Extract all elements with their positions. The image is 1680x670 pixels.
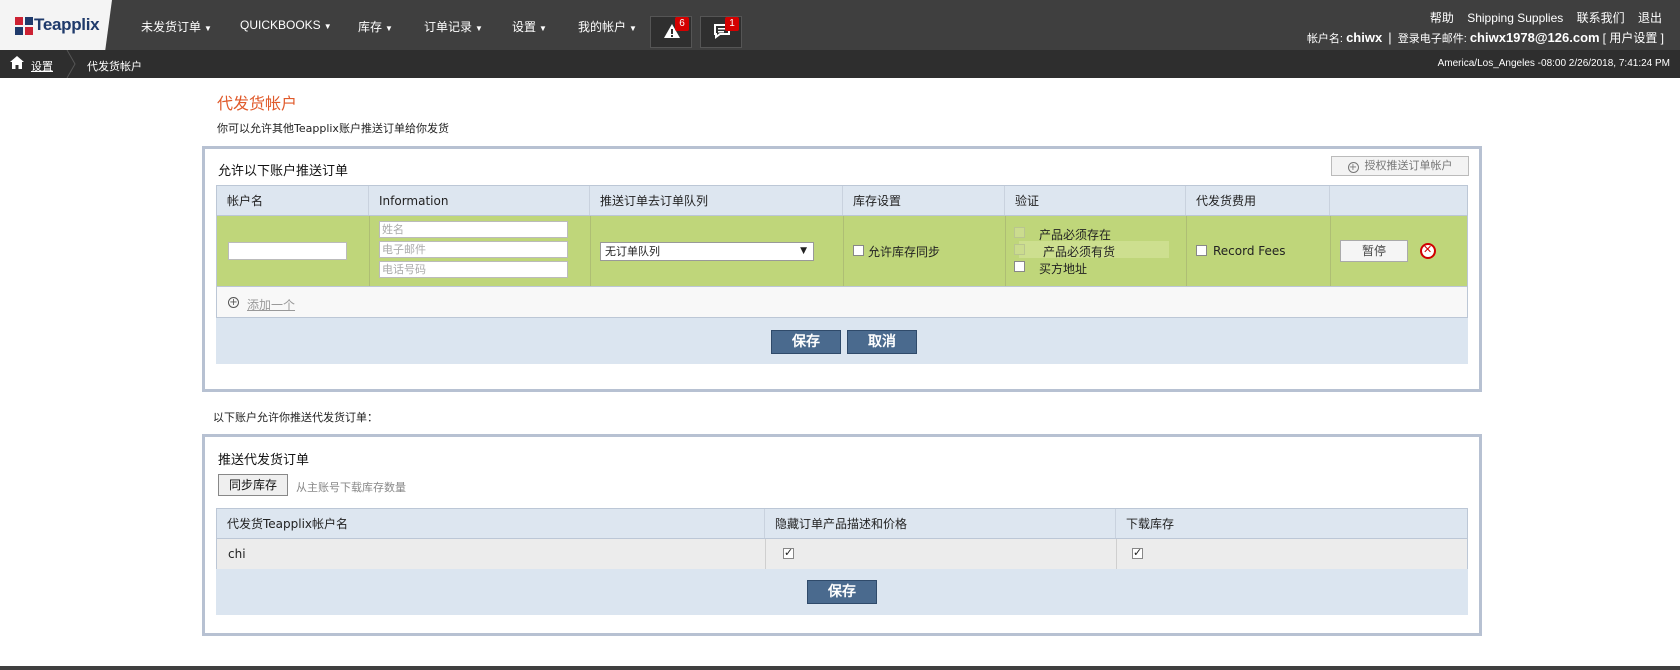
authorize-push-account-button[interactable]: + 授权推送订单帐户 <box>1331 156 1469 176</box>
hide-description-checkbox[interactable] <box>783 546 794 559</box>
account-name-input[interactable] <box>228 242 347 260</box>
nav-quickbooks[interactable]: QUICKBOOKS ▼ <box>240 18 332 32</box>
home-icon[interactable] <box>10 56 24 69</box>
login-email: chiwx1978@126.com <box>1469 30 1600 45</box>
push-table-header: 代发货Teapplix帐户名 隐藏订单产品描述和价格 下载库存 <box>216 508 1468 539</box>
record-fees-label: Record Fees <box>1213 244 1286 258</box>
phone-input[interactable] <box>379 261 568 278</box>
col-dropship-account: 代发货Teapplix帐户名 <box>217 509 765 538</box>
user-info-separator: | <box>1388 30 1392 45</box>
add-account-link[interactable]: 添加一个 <box>247 296 295 313</box>
col-information: Information <box>369 186 590 215</box>
breadcrumb-current: 代发货帐户 <box>87 60 142 73</box>
alerts-button[interactable]: 6 <box>650 16 692 48</box>
logo[interactable]: Teapplix <box>0 0 112 50</box>
account-name: chiwx <box>1346 30 1383 45</box>
alerts-count-badge: 6 <box>675 17 689 31</box>
verify-buyer-address-checkbox[interactable] <box>1014 261 1025 272</box>
allow-panel-title: 允许以下账户推送订单 <box>218 164 349 179</box>
inventory-sync-label: 允许库存同步 <box>868 245 941 259</box>
save-button[interactable]: 保存 <box>771 330 841 354</box>
breadcrumb-separator-icon <box>66 50 76 78</box>
user-settings-link[interactable]: [ 用户设置 ] <box>1603 31 1664 45</box>
add-account-row: + 添加一个 <box>216 286 1468 318</box>
page-description: 你可以允许其他Teapplix账户推送订单给你发货 <box>217 122 449 135</box>
allow-accounts-panel: 允许以下账户推送订单 + 授权推送订单帐户 帐户名 Information 推送订… <box>202 146 1482 392</box>
logout-link[interactable]: 退出 <box>1638 11 1662 25</box>
verify-buyer-address-label: 买方地址 <box>1039 262 1088 276</box>
contact-us-link[interactable]: 联系我们 <box>1577 11 1625 25</box>
teapplix-logo-icon <box>15 17 33 35</box>
order-queue-select[interactable]: 无订单队列 ▼ <box>600 242 814 261</box>
push-panel-title: 推送代发货订单 <box>218 453 310 468</box>
nav-unshipped-orders[interactable]: 未发货订单 ▼ <box>141 18 212 35</box>
top-navigation-bar: Teapplix 未发货订单 ▼ QUICKBOOKS ▼ 库存 ▼ 订单记录 ▼ 设置… <box>0 0 1680 50</box>
col-dropship-fees: 代发货费用 <box>1186 186 1330 215</box>
download-inventory-checkbox[interactable] <box>1132 546 1143 559</box>
inventory-sync-checkbox[interactable] <box>853 245 864 256</box>
table-row: chi <box>216 539 1468 569</box>
email-input[interactable] <box>379 241 568 258</box>
col-account-name: 帐户名 <box>217 186 369 215</box>
push-save-button[interactable]: 保存 <box>807 580 877 604</box>
push-orders-panel: 推送代发货订单 同步库存 从主账号下载库存数量 代发货Teapplix帐户名 隐… <box>202 434 1482 636</box>
timezone-clock: America/Los_Angeles -08:00 2/26/2018, 7:… <box>1437 58 1670 69</box>
shipping-supplies-link[interactable]: Shipping Supplies <box>1467 11 1563 25</box>
breadcrumb: 设置 代发货帐户 America/Los_Angeles -08:00 2/26… <box>0 50 1680 78</box>
chevron-down-icon: ▼ <box>800 246 807 256</box>
col-push-queue: 推送订单去订单队列 <box>590 186 843 215</box>
verify-in-stock-label: 产品必须有货 <box>1043 245 1116 259</box>
allow-panel-footer: 保存 取消 <box>216 318 1468 364</box>
col-download-inventory: 下载库存 <box>1126 517 1175 531</box>
account-name-label: 帐户名: <box>1306 33 1343 45</box>
user-info: 帐户名: chiwx | 登录电子邮件: chiwx1978@126.com [… <box>1307 29 1664 46</box>
nav-inventory[interactable]: 库存 ▼ <box>358 18 393 35</box>
login-email-label: 登录电子邮件: <box>1397 33 1467 45</box>
col-inventory-settings: 库存设置 <box>843 186 1005 215</box>
page-title: 代发货帐户 <box>217 94 298 113</box>
allow-table-header: 帐户名 Information 推送订单去订单队列 库存设置 验证 代发货费用 <box>216 185 1468 216</box>
bottom-border <box>0 666 1680 670</box>
messages-button[interactable]: 1 <box>700 16 742 48</box>
col-verification: 验证 <box>1005 186 1186 215</box>
table-row: 无订单队列 ▼ 允许库存同步 产品必须存在 产品必须有货 买方地址 Record… <box>216 216 1468 286</box>
top-links: 帮助 Shipping Supplies 联系我们 退出 <box>1420 9 1662 26</box>
add-circle-icon: + <box>1347 162 1359 173</box>
add-circle-icon: + <box>228 297 239 308</box>
record-fees-checkbox[interactable] <box>1196 245 1207 256</box>
breadcrumb-settings-link[interactable]: 设置 <box>31 58 53 74</box>
logo-text: Teapplix <box>34 15 100 34</box>
verify-product-exists-checkbox[interactable] <box>1014 227 1025 238</box>
help-link[interactable]: 帮助 <box>1430 11 1454 25</box>
nav-order-history[interactable]: 订单记录 ▼ <box>424 18 483 35</box>
sync-inventory-hint: 从主账号下载库存数量 <box>296 481 406 494</box>
dropship-account-name: chi <box>228 547 246 561</box>
push-panel-footer: 保存 <box>216 569 1468 615</box>
pause-button[interactable]: 暂停 <box>1340 240 1408 262</box>
delete-icon[interactable] <box>1420 243 1436 259</box>
col-hide-description: 隐藏订单产品描述和价格 <box>765 509 1116 538</box>
push-section-note: 以下账户允许你推送代发货订单： <box>213 411 378 424</box>
sync-inventory-button[interactable]: 同步库存 <box>218 474 288 496</box>
col-actions <box>1330 186 1469 215</box>
nav-my-account[interactable]: 我的帐户 ▼ <box>578 18 637 35</box>
nav-settings[interactable]: 设置 ▼ <box>512 18 547 35</box>
messages-count-badge: 1 <box>725 17 739 31</box>
name-input[interactable] <box>379 221 568 238</box>
cancel-button[interactable]: 取消 <box>847 330 917 354</box>
verify-in-stock-checkbox[interactable] <box>1014 244 1025 255</box>
